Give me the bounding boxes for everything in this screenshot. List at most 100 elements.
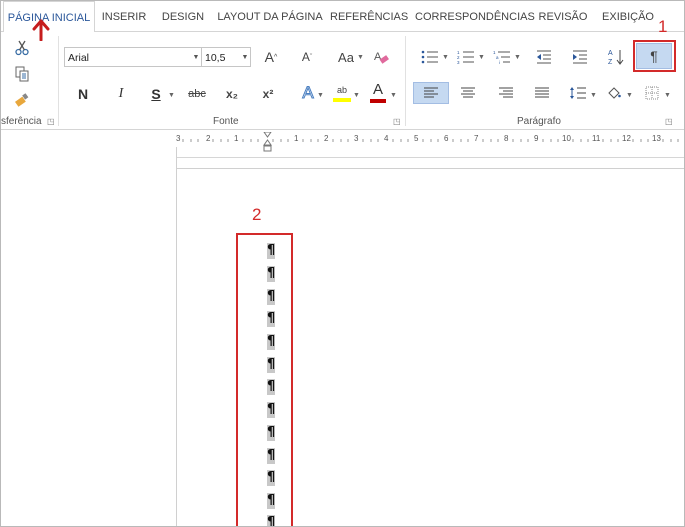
annotation-number-2: 2 (252, 205, 262, 224)
font-color-icon: A (372, 81, 383, 98)
superscript-button[interactable]: x² (257, 84, 279, 104)
clipboard-group-label: sferência (1, 116, 42, 127)
strikethrough-button[interactable]: abc (183, 84, 211, 104)
ribbon: sferência ◳ Arial ▼ 10,5 ▼ A ^ Aˇ Aa ▼ A … (1, 32, 684, 130)
chevron-down-icon[interactable]: ▼ (478, 54, 485, 61)
group-separator (58, 36, 59, 126)
tab-revisao[interactable]: REVISÃO (534, 1, 592, 31)
chevron-down-icon[interactable]: ▼ (626, 92, 633, 99)
chevron-down-icon[interactable]: ▼ (317, 92, 324, 99)
group-separator (405, 36, 406, 126)
highlight-color-bar (333, 97, 351, 102)
paragraph-dialog-launcher-icon[interactable]: ◳ (665, 118, 673, 126)
ruler-ticks (182, 139, 679, 142)
tab-design[interactable]: DESIGN (156, 1, 210, 31)
font-size-combobox[interactable]: 10,5 ▼ (201, 47, 251, 67)
svg-text:i: i (499, 60, 500, 64)
font-color-bar (370, 99, 386, 103)
format-painter-icon[interactable] (11, 90, 33, 110)
italic-button[interactable]: I (111, 84, 131, 104)
tab-exibicao[interactable]: EXIBIÇÃO (599, 1, 657, 31)
align-left-button[interactable] (413, 82, 449, 104)
chevron-down-icon[interactable]: ▼ (240, 48, 250, 66)
align-right-icon (499, 87, 513, 98)
underline-label: S (151, 86, 161, 102)
tab-correspondencias[interactable]: CORRESPONDÊNCIAS (415, 1, 535, 31)
bold-label: N (77, 86, 89, 102)
align-center-button[interactable] (457, 82, 479, 104)
indent-marker-icon[interactable] (263, 131, 272, 158)
numbering-button[interactable]: 123 (455, 46, 477, 68)
grow-font-button[interactable]: A ^ (261, 46, 281, 68)
copy-icon[interactable] (11, 64, 33, 84)
justify-icon (535, 87, 549, 98)
annotation-box-1 (633, 40, 676, 72)
chevron-down-icon[interactable]: ▼ (168, 92, 175, 99)
paragraph-group-label: Parágrafo (517, 116, 561, 127)
borders-button[interactable] (641, 82, 663, 104)
annotation-number-1: 1 (658, 17, 668, 36)
svg-text:Z: Z (608, 59, 613, 66)
change-case-button[interactable]: Aa (334, 46, 358, 68)
align-center-icon (461, 87, 475, 98)
text-effects-button[interactable]: A (297, 82, 319, 104)
ruler-border (176, 157, 684, 158)
align-right-button[interactable] (495, 82, 517, 104)
font-dialog-launcher-icon[interactable]: ◳ (393, 118, 401, 126)
ribbon-tab-bar: PÁGINA INICIAL INSERIR DESIGN LAYOUT DA … (1, 1, 684, 33)
borders-icon (645, 86, 659, 100)
text-effects-icon: A (302, 83, 314, 103)
sort-button[interactable]: AZ (605, 46, 627, 68)
bullets-icon (421, 50, 438, 64)
annotation-box-2 (236, 233, 293, 526)
font-group-label: Fonte (213, 116, 239, 127)
highlight-icon: ab (336, 84, 347, 95)
increase-indent-button[interactable] (569, 46, 591, 68)
line-spacing-button[interactable] (567, 82, 589, 104)
chevron-down-icon[interactable]: ▼ (191, 48, 201, 66)
italic-label: I (118, 86, 124, 101)
underline-button[interactable]: S (146, 84, 166, 104)
clear-formatting-icon: A (374, 51, 389, 64)
chevron-down-icon[interactable]: ▼ (442, 54, 449, 61)
strikethrough-label: abc (188, 88, 206, 100)
subscript-label: x₂ (225, 87, 238, 101)
cut-icon[interactable] (11, 38, 33, 58)
chevron-down-icon[interactable]: ▼ (390, 92, 397, 99)
multilevel-list-icon: 1ai (493, 50, 510, 64)
justify-button[interactable] (531, 82, 553, 104)
decrease-indent-icon (537, 50, 551, 64)
chevron-down-icon[interactable]: ▼ (357, 54, 364, 61)
svg-text:A: A (608, 50, 613, 57)
chevron-down-icon[interactable]: ▼ (514, 54, 521, 61)
subscript-button[interactable]: x₂ (221, 84, 243, 104)
bullets-button[interactable] (419, 46, 441, 68)
shading-icon (608, 87, 621, 99)
tab-inserir[interactable]: INSERIR (98, 1, 150, 31)
word-window: PÁGINA INICIAL INSERIR DESIGN LAYOUT DA … (0, 0, 685, 527)
font-name-combobox[interactable]: Arial ▼ (64, 47, 202, 67)
chevron-down-icon[interactable]: ▼ (353, 92, 360, 99)
numbering-icon: 123 (457, 50, 474, 64)
shading-button[interactable] (603, 82, 625, 104)
tab-layout-da-pagina[interactable]: LAYOUT DA PÁGINA (217, 1, 323, 31)
decrease-indent-button[interactable] (533, 46, 555, 68)
align-left-icon (424, 87, 438, 98)
multilevel-list-button[interactable]: 1ai (491, 46, 513, 68)
annotation-arrow-up-icon (32, 19, 50, 47)
clear-formatting-button[interactable]: A (371, 46, 391, 68)
font-color-button[interactable]: A (367, 82, 389, 104)
chevron-down-icon[interactable]: ▼ (590, 92, 597, 99)
bold-button[interactable]: N (73, 84, 93, 104)
increase-indent-icon (573, 50, 587, 64)
superscript-label: x² (262, 87, 274, 101)
sort-icon: AZ (608, 50, 624, 66)
svg-text:3: 3 (457, 60, 460, 64)
shrink-font-button[interactable]: Aˇ (297, 46, 317, 68)
highlight-button[interactable]: ab (331, 82, 353, 104)
font-size-value: 10,5 (205, 52, 226, 64)
tab-referencias[interactable]: REFERÊNCIAS (330, 1, 408, 31)
chevron-down-icon[interactable]: ▼ (664, 92, 671, 99)
font-name-value: Arial (68, 52, 90, 64)
clipboard-dialog-launcher-icon[interactable]: ◳ (47, 118, 55, 126)
